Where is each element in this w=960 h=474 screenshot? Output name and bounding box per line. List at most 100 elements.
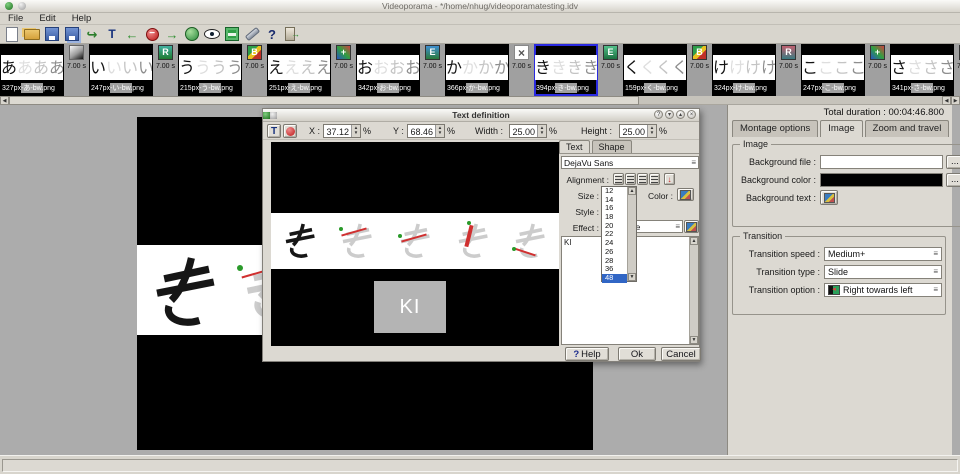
new-project-icon[interactable]: [3, 26, 21, 43]
help-button[interactable]: ?Help: [565, 347, 609, 361]
transition-icon[interactable]: B: [247, 45, 262, 60]
help-icon[interactable]: ?: [263, 26, 281, 43]
tab[interactable]: Montage options: [732, 120, 818, 137]
transition-cell[interactable]: × 7.00 s: [509, 44, 534, 96]
background-text-button[interactable]: [820, 190, 838, 205]
clip-thumbnail[interactable]: かかかか 366px-か-bw.png: [445, 44, 509, 96]
background-color-swatch[interactable]: [820, 173, 943, 187]
add-text-icon[interactable]: T: [103, 26, 121, 43]
y-spinbox[interactable]: 68.46▲▼: [407, 124, 445, 138]
transition-cell[interactable]: 7.00 s: [64, 44, 89, 96]
clip-thumbnail[interactable]: うううう 215px-う-bw.png: [178, 44, 242, 96]
transition-icon[interactable]: [69, 45, 84, 60]
transition-icon[interactable]: B: [692, 45, 707, 60]
filmstrip-clip[interactable]: ああああ 327px-あ-bw.png 7.00 s: [0, 44, 89, 96]
transition-cell[interactable]: R 7.00 s: [776, 44, 801, 96]
clip-thumbnail[interactable]: けけけけ 324px-け-bw.png: [712, 44, 776, 96]
filmstrip-clip[interactable]: いいいい 247px-い-bw.png R 7.00 s: [89, 44, 178, 96]
save-project-icon[interactable]: [43, 26, 61, 43]
scrollbar-thumb[interactable]: [9, 96, 639, 105]
align-justify-button[interactable]: [649, 173, 660, 185]
transition-option-combo[interactable]: ◂Right towards left≡: [824, 283, 942, 297]
scroll-right-icon[interactable]: ▶: [951, 96, 960, 105]
transition-cell[interactable]: E 7.00 s: [420, 44, 445, 96]
scroll-left2-icon[interactable]: ◀: [942, 96, 951, 105]
scroll-up-icon[interactable]: ▲: [628, 187, 636, 195]
filmstrip-clip[interactable]: くくくく 159px-く-bw.png B 7.00 s: [623, 44, 712, 96]
effect-color-button[interactable]: [684, 220, 699, 233]
text-overlay-box[interactable]: KI: [374, 281, 446, 333]
transition-icon[interactable]: R: [781, 45, 796, 60]
scroll-left-icon[interactable]: ◀: [0, 96, 9, 105]
background-color-browse-button[interactable]: ...: [946, 173, 960, 187]
background-file-browse-button[interactable]: ...: [946, 155, 960, 169]
transition-cell[interactable]: + 7.00 s: [331, 44, 356, 96]
menu-item[interactable]: File: [0, 13, 31, 24]
filmstrip-clip[interactable]: ここここ 247px-こ-bw.png + 7.00 s: [801, 44, 890, 96]
tab[interactable]: Zoom and travel: [865, 120, 950, 137]
width-spinbox[interactable]: 25.00▲▼: [509, 124, 547, 138]
timeline-scrollbar[interactable]: ◀ ◀ ▶: [0, 96, 960, 105]
spin-arrows-icon[interactable]: ▲▼: [351, 125, 360, 137]
quit-icon[interactable]: [283, 26, 301, 43]
size-option[interactable]: 48: [602, 274, 627, 283]
move-right-icon[interactable]: →: [163, 26, 181, 43]
add-image-icon[interactable]: ↪: [83, 26, 101, 43]
clip-thumbnail[interactable]: おおおお 342px-お-bw.png: [356, 44, 420, 96]
transition-icon[interactable]: E: [425, 45, 440, 60]
window-button[interactable]: ▾: [665, 110, 674, 119]
window-button[interactable]: ×: [687, 110, 696, 119]
clip-thumbnail[interactable]: きききき 394px-き-bw.png: [534, 44, 598, 96]
clip-thumbnail[interactable]: ええええ 251px-え-bw.png: [267, 44, 331, 96]
align-right-button[interactable]: [637, 173, 648, 185]
transition-cell[interactable]: B 7.00 s: [687, 44, 712, 96]
tab[interactable]: Text: [559, 140, 590, 154]
clip-thumbnail[interactable]: ささささ 341px-さ-bw.png: [890, 44, 954, 96]
clip-thumbnail[interactable]: いいいい 247px-い-bw.png: [89, 44, 153, 96]
transition-type-combo[interactable]: Slide≡: [824, 265, 942, 279]
vertical-align-button[interactable]: ↓: [664, 173, 675, 185]
text-color-button[interactable]: [677, 188, 694, 201]
transition-icon[interactable]: E: [603, 45, 618, 60]
open-project-icon[interactable]: [23, 26, 41, 43]
transition-icon[interactable]: +: [870, 45, 885, 60]
remove-item-icon[interactable]: −: [143, 26, 161, 43]
move-left-icon[interactable]: ←: [123, 26, 141, 43]
clip-thumbnail[interactable]: ああああ 327px-あ-bw.png: [0, 44, 64, 96]
window-button[interactable]: ?: [654, 110, 663, 119]
filmstrip-clip[interactable]: ええええ 251px-え-bw.png + 7.00 s: [267, 44, 356, 96]
clip-thumbnail[interactable]: くくくく 159px-く-bw.png: [623, 44, 687, 96]
transition-cell[interactable]: E 7.00 s: [598, 44, 623, 96]
filmstrip-clip[interactable]: かかかか 366px-か-bw.png × 7.00 s: [445, 44, 534, 96]
transition-cell[interactable]: + 7.00 s: [865, 44, 890, 96]
align-center-button[interactable]: [625, 173, 636, 185]
view-item-icon[interactable]: [203, 26, 221, 43]
settings-icon[interactable]: [243, 26, 261, 43]
window-button[interactable]: ▴: [676, 110, 685, 119]
x-spinbox[interactable]: 37.12▲▼: [323, 124, 361, 138]
align-left-button[interactable]: [613, 173, 624, 185]
transition-cell[interactable]: R 7.00 s: [153, 44, 178, 96]
save-as-icon[interactable]: [63, 26, 81, 43]
filmstrip-clip[interactable]: おおおお 342px-お-bw.png E 7.00 s: [356, 44, 445, 96]
filmstrip-clip[interactable]: ささささ 341px-さ-bw.png E 7.00 s: [890, 44, 960, 96]
menu-item[interactable]: Edit: [31, 13, 63, 24]
background-file-input[interactable]: [820, 155, 943, 169]
height-spinbox[interactable]: 25.00▲▼: [619, 124, 657, 138]
red-marker-button[interactable]: [283, 124, 297, 138]
tab[interactable]: Shape: [592, 140, 632, 154]
ok-button[interactable]: Ok: [618, 347, 656, 361]
clip-thumbnail[interactable]: ここここ 247px-こ-bw.png: [801, 44, 865, 96]
text-area-scrollbar[interactable]: ▲ ▼: [689, 237, 698, 344]
cancel-button[interactable]: Cancel: [661, 347, 701, 361]
menu-item[interactable]: Help: [64, 13, 100, 24]
scroll-down-icon[interactable]: ▼: [628, 273, 636, 281]
spin-arrows-icon[interactable]: ▲▼: [435, 125, 444, 137]
transition-icon[interactable]: +: [336, 45, 351, 60]
transition-icon[interactable]: R: [158, 45, 173, 60]
transition-cell[interactable]: E 7.00 s: [954, 44, 960, 96]
spin-arrows-icon[interactable]: ▲▼: [537, 125, 546, 137]
size-list-scrollbar[interactable]: ▲ ▼: [627, 187, 636, 281]
scroll-down-icon[interactable]: ▼: [690, 336, 698, 344]
filmstrip-clip[interactable]: きききき 394px-き-bw.png E 7.00 s: [534, 44, 623, 96]
